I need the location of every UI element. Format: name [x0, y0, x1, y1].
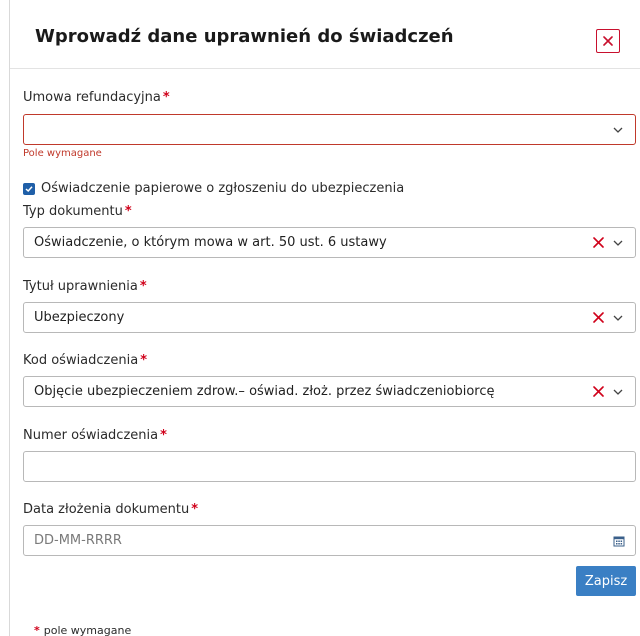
required-marker: * — [34, 624, 40, 636]
typ-dokumentu-value: Oświadczenie, o którym mowa w art. 50 us… — [34, 235, 387, 250]
clear-icon[interactable] — [591, 236, 605, 250]
required-marker: * — [124, 204, 132, 219]
kod-oswiadczenia-label: Kod oświadczenia * — [23, 353, 147, 368]
oswiadczenie-papierowe-label: Oświadczenie papierowe o zgłoszeniu do u… — [41, 181, 405, 196]
dialog-header: Wprowadź dane uprawnień do świadczeń — [10, 0, 640, 69]
clear-icon[interactable] — [591, 311, 605, 325]
umowa-label: Umowa refundacyjna * — [23, 90, 170, 105]
numer-oswiadczenia-label: Numer oświadczenia * — [23, 428, 167, 443]
chevron-down-icon[interactable] — [611, 236, 625, 250]
kod-oswiadczenia-select[interactable]: Objęcie ubezpieczeniem zdrow.– oświad. z… — [23, 376, 636, 407]
tytul-uprawnienia-select[interactable]: Ubezpieczony — [23, 302, 636, 333]
calendar-icon[interactable] — [613, 535, 625, 547]
data-zlozenia-label-text: Data złożenia dokumentu — [23, 502, 190, 517]
numer-oswiadczenia-input[interactable] — [23, 451, 636, 482]
required-marker: * — [140, 353, 148, 368]
umowa-label-text: Umowa refundacyjna — [23, 90, 161, 105]
dialog-title: Wprowadź dane uprawnień do świadczeń — [35, 26, 454, 47]
oswiadczenie-papierowe-checkbox[interactable] — [23, 182, 35, 195]
kod-oswiadczenia-label-text: Kod oświadczenia — [23, 353, 139, 368]
umowa-select[interactable] — [23, 114, 636, 145]
close-icon — [603, 36, 613, 46]
required-note: * pole wymagane — [34, 624, 131, 636]
required-note-text: pole wymagane — [43, 624, 132, 636]
data-zlozenia-input[interactable]: DD-MM-RRRR — [23, 525, 636, 556]
umowa-error: Pole wymagane — [23, 148, 102, 159]
required-marker: * — [162, 90, 170, 105]
numer-oswiadczenia-label-text: Numer oświadczenia — [23, 428, 159, 443]
required-marker: * — [191, 502, 199, 517]
data-zlozenia-placeholder: DD-MM-RRRR — [34, 533, 122, 548]
chevron-down-icon[interactable] — [611, 311, 625, 325]
required-marker: * — [139, 279, 147, 294]
check-icon — [25, 185, 33, 192]
typ-dokumentu-select[interactable]: Oświadczenie, o którym mowa w art. 50 us… — [23, 227, 636, 258]
dialog: Wprowadź dane uprawnień do świadczeń Umo… — [9, 0, 640, 636]
tytul-uprawnienia-label: Tytuł uprawnienia * — [23, 279, 147, 294]
tytul-uprawnienia-label-text: Tytuł uprawnienia — [23, 279, 138, 294]
clear-icon[interactable] — [591, 385, 605, 399]
kod-oswiadczenia-value: Objęcie ubezpieczeniem zdrow.– oświad. z… — [34, 384, 495, 399]
tytul-uprawnienia-value: Ubezpieczony — [34, 310, 125, 325]
typ-dokumentu-label: Typ dokumentu * — [23, 204, 132, 219]
required-marker: * — [160, 428, 167, 443]
typ-dokumentu-label-text: Typ dokumentu — [23, 204, 123, 219]
chevron-down-icon[interactable] — [611, 123, 625, 137]
oswiadczenie-papierowe-checkbox-row[interactable]: Oświadczenie papierowe o zgłoszeniu do u… — [23, 181, 404, 196]
data-zlozenia-label: Data złożenia dokumentu * — [23, 502, 198, 517]
save-button[interactable]: Zapisz — [576, 566, 636, 596]
close-button[interactable] — [596, 29, 620, 53]
chevron-down-icon[interactable] — [611, 385, 625, 399]
